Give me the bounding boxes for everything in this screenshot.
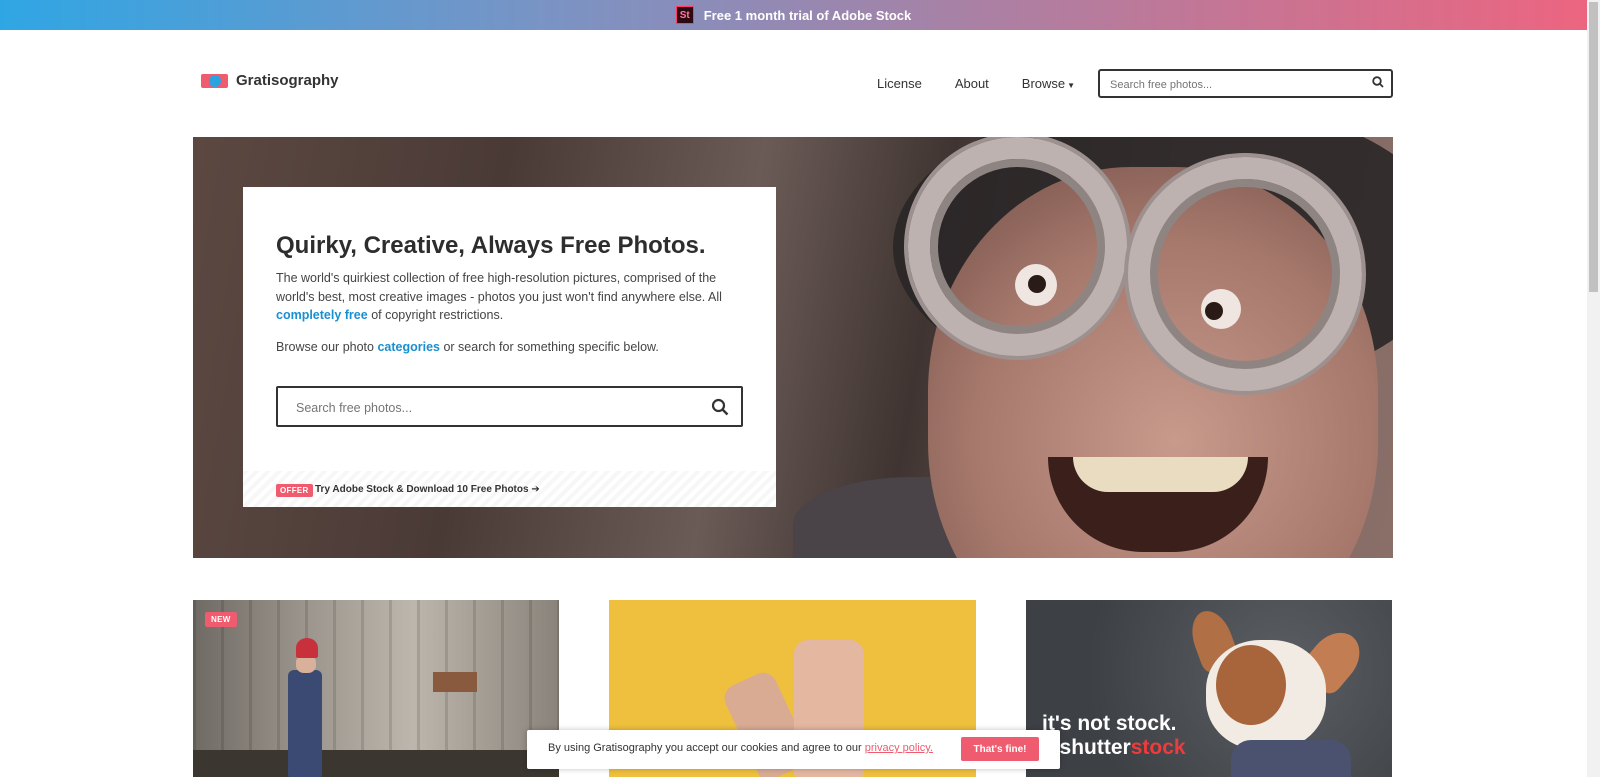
brand-name: Gratisography	[236, 72, 339, 89]
hero-browse-text-1: Browse our photo	[276, 340, 378, 354]
offer-link[interactable]: Try Adobe Stock & Download 10 Free Photo…	[315, 484, 540, 495]
accept-cookies-button[interactable]: That's fine!	[961, 737, 1039, 761]
search-icon[interactable]	[1372, 76, 1384, 88]
cookie-banner: By using Gratisography you accept our co…	[527, 730, 1060, 769]
completely-free-link[interactable]: completely free	[276, 308, 368, 322]
tile3-dog-body	[1231, 740, 1351, 777]
hero-goggle-right	[1128, 157, 1362, 391]
offer-badge: OFFER	[276, 484, 313, 497]
main-nav: License About Browse ▼	[877, 76, 1075, 91]
page-scrollbar[interactable]	[1587, 0, 1600, 777]
cookie-text: By using Gratisography you accept our co…	[548, 742, 933, 754]
tile1-sign-shape	[433, 672, 477, 692]
nav-about[interactable]: About	[955, 76, 989, 91]
hero-search-box	[276, 386, 743, 427]
cookie-text-body: By using Gratisography you accept our co…	[548, 742, 865, 754]
nav-license[interactable]: License	[877, 76, 922, 91]
hero-desc-text-1: The world's quirkiest collection of free…	[276, 271, 722, 304]
brand-link[interactable]: Gratisography	[201, 72, 339, 89]
hero-browse-text: Browse our photo categories or search fo…	[276, 340, 659, 354]
hero-goggle-left	[908, 137, 1127, 356]
shutterstock-ad-text: it's not stock. s shutterstock	[1042, 712, 1186, 760]
privacy-policy-link[interactable]: privacy policy.	[865, 742, 933, 754]
nav-browse[interactable]: Browse ▼	[1022, 76, 1075, 91]
hero-desc-text-2: of copyright restrictions.	[367, 308, 504, 322]
caret-down-icon: ▼	[1067, 81, 1076, 90]
promo-text[interactable]: Free 1 month trial of Adobe Stock	[704, 8, 912, 23]
scrollbar-thumb[interactable]	[1589, 2, 1598, 292]
hero-banner: Quirky, Creative, Always Free Photos. Th…	[193, 137, 1393, 558]
gratisography-logo-icon	[201, 73, 228, 88]
tile3-dog-patch	[1216, 645, 1286, 725]
new-badge: NEW	[205, 612, 237, 627]
hero-description: The world's quirkiest collection of free…	[276, 269, 736, 325]
categories-link[interactable]: categories	[377, 340, 440, 354]
hero-search-input[interactable]	[294, 398, 688, 418]
tile1-beam-shape	[193, 750, 559, 777]
photo-tile-3-ad[interactable]: it's not stock. s shutterstock	[1026, 600, 1392, 777]
ad-line-2-b: stock	[1130, 736, 1186, 759]
header-search-box	[1098, 69, 1393, 98]
search-icon[interactable]	[711, 398, 729, 416]
tile1-person-body	[288, 670, 322, 777]
adobe-stock-logo-icon: St	[675, 6, 694, 24]
hero-teeth-shape	[1073, 457, 1248, 492]
nav-browse-label: Browse	[1021, 76, 1066, 91]
ad-line-2: s shutterstock	[1042, 736, 1186, 760]
ad-line-1: it's not stock.	[1042, 712, 1177, 735]
offer-strip[interactable]: OFFER Try Adobe Stock & Download 10 Free…	[243, 471, 776, 507]
tile1-person-hat	[296, 638, 318, 658]
site-header: Gratisography License About Browse ▼	[193, 64, 1393, 104]
hero-browse-text-2: or search for something specific below.	[439, 340, 659, 354]
hero-title: Quirky, Creative, Always Free Photos.	[276, 232, 706, 259]
header-search-input[interactable]	[1108, 75, 1352, 95]
promo-bar[interactable]: St Free 1 month trial of Adobe Stock	[0, 0, 1587, 30]
hero-card: Quirky, Creative, Always Free Photos. Th…	[243, 187, 776, 507]
photo-tile-1[interactable]: NEW	[193, 600, 559, 777]
